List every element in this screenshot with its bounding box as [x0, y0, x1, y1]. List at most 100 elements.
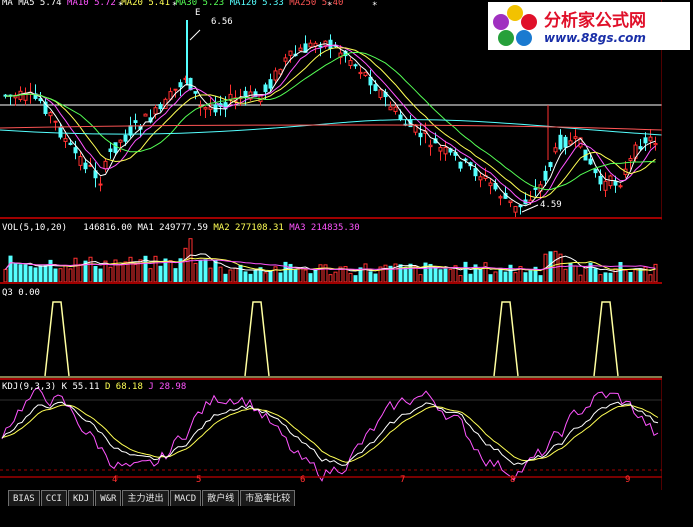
candle-body — [553, 147, 558, 153]
candle-body — [488, 182, 493, 187]
candle-body — [508, 200, 513, 204]
volume-bar — [148, 268, 153, 283]
volume-bar — [268, 270, 273, 283]
volume-bar — [273, 266, 278, 283]
volume-bar — [398, 264, 403, 283]
volume-bar — [8, 255, 13, 283]
volume-bar — [153, 255, 158, 283]
volume-bar — [28, 266, 33, 283]
candle-body — [548, 162, 553, 168]
volume-bar — [58, 268, 63, 283]
event-marker-e: E — [195, 8, 201, 18]
tab-macd[interactable]: MACD — [169, 490, 202, 506]
volume-bar — [368, 271, 373, 283]
volume-bar — [173, 268, 178, 283]
volume-bar — [318, 264, 323, 283]
volume-bar — [373, 273, 378, 283]
volume-bar — [593, 268, 598, 283]
volume-bar — [33, 267, 38, 283]
tab-pe-compare[interactable]: 市盈率比较 — [240, 490, 296, 506]
candle-body — [418, 132, 423, 138]
tab-bias[interactable]: BIAS — [8, 490, 40, 506]
volume-pane[interactable]: VOL(5,10,20) 146816.00 MA1 249777.59 MA2… — [0, 220, 662, 284]
q3-indicator-chart[interactable] — [0, 284, 662, 380]
x-tick: 8 — [510, 475, 516, 485]
volume-bar — [228, 269, 233, 283]
volume-bar — [43, 264, 48, 283]
flower-logo-icon — [493, 5, 537, 46]
volume-bar — [93, 266, 98, 283]
candle-body — [388, 106, 393, 111]
volume-bar — [53, 268, 58, 283]
vol-title: VOL(5,10,20) — [2, 223, 68, 233]
volume-bar — [278, 272, 283, 283]
candle-body — [438, 146, 443, 152]
volume-bar — [483, 262, 488, 283]
volume-bar — [238, 264, 243, 283]
candle-body — [298, 47, 303, 52]
kdj-indicator-chart[interactable] — [0, 380, 662, 490]
ma10-value: MA10 5.72 — [67, 0, 116, 8]
volume-bar — [608, 272, 613, 283]
volume-bar — [128, 256, 133, 283]
volume-bar — [628, 272, 633, 283]
volume-bar — [498, 267, 503, 283]
candle-body — [143, 113, 148, 117]
high-price-label: 6.56 — [211, 17, 233, 27]
q3-title: Q3 0.00 — [2, 288, 40, 298]
vol-ma2: MA2 277108.31 — [213, 223, 284, 233]
candle-body — [83, 162, 88, 170]
tab-main-force[interactable]: 主力进出 — [122, 490, 169, 506]
volume-bar — [478, 268, 483, 283]
vol-value: 146816.00 — [83, 223, 133, 233]
volume-bar — [623, 269, 628, 283]
tab-cci[interactable]: CCI — [40, 490, 67, 506]
ma5-value: MA MA5 5.74 — [2, 0, 62, 8]
candle-body — [263, 84, 268, 93]
x-tick: 5 — [196, 475, 202, 485]
candle-body — [473, 168, 478, 177]
candle-body — [543, 170, 548, 181]
volume-bar — [583, 265, 588, 283]
volume-bar — [418, 274, 423, 283]
volume-bar — [333, 271, 338, 283]
kdj-pane[interactable]: KDJ(9,3,3) K 55.11 D 68.18 J 28.98 — [0, 380, 662, 490]
volume-bar — [363, 263, 368, 283]
tab-kdj[interactable]: KDJ — [67, 490, 95, 506]
candle-body — [443, 147, 448, 155]
volume-bar — [488, 274, 493, 283]
logo-title: 分析家公式网 — [544, 11, 646, 31]
tab-wr[interactable]: W&R — [95, 490, 122, 506]
volume-bar — [603, 272, 608, 283]
kdj-d: D 68.18 — [104, 382, 143, 392]
candle-body — [308, 42, 313, 48]
logo-url: www.88gs.com — [544, 31, 646, 45]
tab-retail-line[interactable]: 散户线 — [202, 490, 240, 506]
volume-bar — [578, 274, 583, 283]
candle-body — [133, 120, 138, 123]
candle-body — [603, 180, 608, 191]
candle-body — [573, 136, 578, 139]
candle-body — [648, 136, 653, 142]
candle-body — [188, 77, 193, 91]
candle-body — [458, 161, 463, 169]
volume-bar — [203, 259, 208, 283]
candle-body — [328, 39, 333, 50]
volume-bar — [68, 268, 73, 283]
volume-bar — [293, 269, 298, 283]
candle-body — [103, 160, 108, 170]
volume-bar — [213, 260, 218, 283]
volume-bar — [298, 267, 303, 283]
volume-bar — [523, 272, 528, 283]
volume-bar — [503, 271, 508, 283]
volume-legend: VOL(5,10,20) 146816.00 MA1 249777.59 MA2… — [2, 223, 360, 233]
candle-body — [498, 196, 503, 199]
candle-body — [628, 157, 633, 161]
volume-bar — [223, 273, 228, 283]
q3-pane[interactable]: Q3 0.00 — [0, 284, 662, 380]
candle-body — [268, 79, 273, 89]
volume-bar — [633, 268, 638, 283]
candle-body — [158, 104, 163, 110]
volume-bar — [598, 274, 603, 283]
volume-bar — [328, 274, 333, 283]
